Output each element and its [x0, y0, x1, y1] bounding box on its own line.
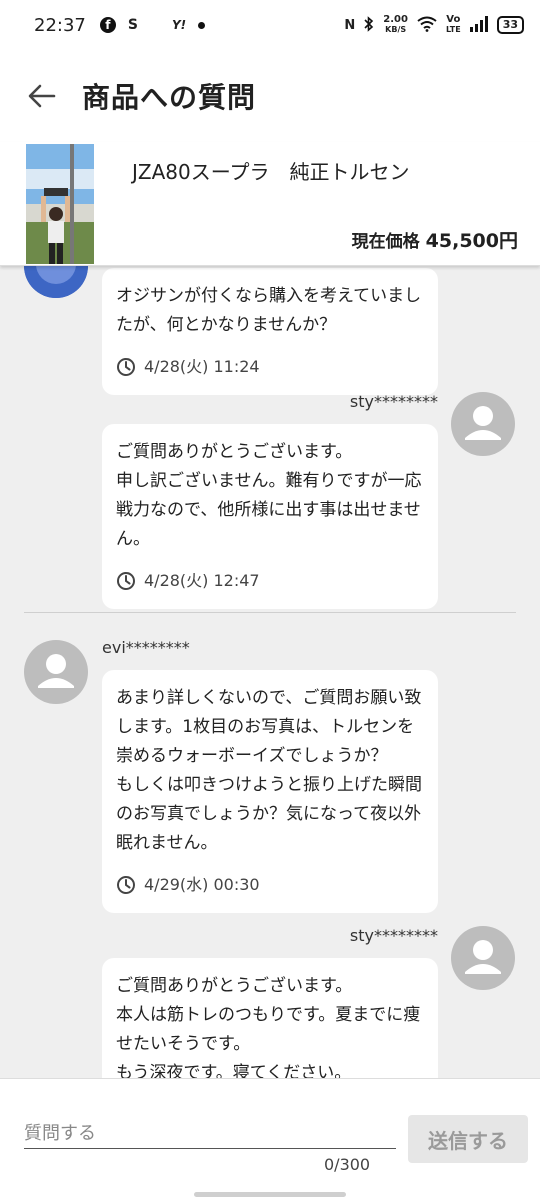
timestamp: 4/29(水) 00:30	[116, 870, 424, 899]
seller-name: sty********	[349, 392, 438, 411]
home-indicator[interactable]	[194, 1192, 346, 1197]
message-text: オジサンが付くなら購入を考えていましたが、何とかなりませんか？	[116, 286, 422, 335]
timestamp: 4/28(火) 12:47	[116, 566, 424, 595]
question-input-bar: 質問する 0/300 送信する	[0, 1078, 540, 1199]
timestamp-text: 4/29(水) 00:30	[144, 875, 260, 894]
volte-top: Vo	[446, 14, 461, 25]
seller-name: sty********	[349, 926, 438, 945]
status-time: 22:37	[34, 14, 86, 36]
seller-avatar	[451, 926, 515, 990]
product-thumbnail[interactable]	[26, 144, 94, 264]
product-card[interactable]: JZA80スープラ 純正トルセン 現在価格 45,500円	[0, 142, 540, 266]
char-counter: 0/300	[324, 1155, 371, 1174]
back-button[interactable]	[24, 78, 60, 114]
app-header: 商品への質問	[0, 50, 540, 142]
timestamp-text: 4/28(火) 11:24	[144, 357, 260, 376]
volte-badge: Vo LTE	[446, 15, 461, 35]
answer-bubble: ご質問ありがとうございます。 申し訳ございません。難有りですが一応戦力なので、他…	[102, 424, 438, 609]
yahoo-icon: Y!	[171, 18, 187, 32]
facebook-icon: f	[99, 17, 116, 33]
user-icon	[465, 940, 501, 974]
clock-icon	[117, 357, 135, 376]
signal-icon	[469, 15, 488, 35]
answer-bubble: ご質問ありがとうございます。 本人は筋トレのつもりです。夏までに痩せたいそうです…	[102, 958, 438, 1078]
status-bar: 22:37 f S Y! N 2.00 KB/S Vo LTE 33	[0, 0, 540, 50]
question-bubble: オジサンが付くなら購入を考えていましたが、何とかなりませんか？ 4/28(火) …	[102, 268, 438, 395]
send-button[interactable]: 送信する	[408, 1115, 528, 1163]
user-icon	[38, 654, 74, 688]
message-text: ご質問ありがとうございます。 申し訳ございません。難有りですが一応戦力なので、他…	[116, 442, 422, 549]
arrow-left-icon	[28, 84, 56, 108]
question-input[interactable]: 質問する	[24, 1113, 396, 1149]
page-title: 商品への質問	[82, 81, 257, 114]
more-notifications-icon	[198, 21, 206, 29]
notification-icons: f S Y!	[99, 17, 206, 33]
question-bubble: あまり詳しくないので、ご質問お願い致します。1枚目のお写真は、トルセンを崇めるウ…	[102, 670, 438, 913]
seller-avatar	[451, 392, 515, 456]
asker-name: evi********	[102, 638, 190, 657]
user-icon	[465, 406, 501, 440]
avatar	[24, 266, 88, 298]
message-text: あまり詳しくないので、ご質問お願い致します。1枚目のお写真は、トルセンを崇めるウ…	[116, 688, 422, 853]
rate-unit: KB/S	[385, 25, 407, 34]
timestamp: 4/28(火) 11:24	[116, 352, 424, 381]
clock-icon	[117, 571, 135, 590]
network-rate: 2.00 KB/S	[383, 15, 408, 35]
product-photo	[26, 144, 94, 264]
system-icons: N 2.00 KB/S Vo LTE 33	[344, 15, 524, 35]
asker-avatar	[24, 640, 88, 704]
battery-icon: 33	[496, 16, 524, 34]
volte-bottom: LTE	[445, 25, 461, 34]
qa-thread[interactable]: オジサンが付くなら購入を考えていましたが、何とかなりませんか？ 4/28(火) …	[0, 266, 540, 1078]
s-app-icon: S	[127, 17, 138, 33]
thread-divider	[24, 612, 516, 613]
rate-value: 2.00	[383, 14, 408, 25]
price-label: 現在価格	[351, 232, 420, 252]
clock-icon	[117, 875, 135, 894]
message-text: ご質問ありがとうございます。 本人は筋トレのつもりです。夏までに痩せたいそうです…	[116, 976, 421, 1078]
wifi-icon	[417, 16, 437, 35]
product-name: JZA80スープラ 純正トルセン	[132, 160, 410, 184]
bluetooth-icon	[364, 15, 374, 35]
nfc-icon: N	[344, 17, 356, 33]
price-row: 現在価格 45,500円	[352, 226, 518, 253]
current-price: 45,500円	[425, 230, 518, 252]
timestamp-text: 4/28(火) 12:47	[144, 571, 260, 590]
